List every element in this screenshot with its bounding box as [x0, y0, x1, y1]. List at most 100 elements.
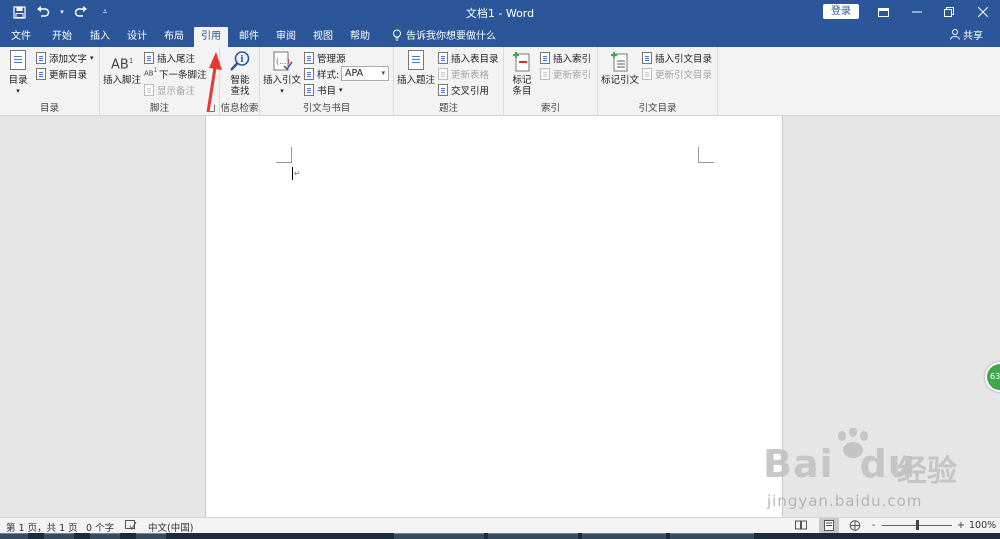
tell-me-search[interactable]: 告诉我你想要做什么 [392, 27, 496, 42]
ribbon: 目录 ▾ 添加文字 ▾ 更新目录 目录 AB1 插入脚注 插入尾注 AB1 下一… [0, 47, 1000, 116]
mark-entry-button[interactable]: 标记 条目 [507, 50, 537, 97]
next-footnote-label: 下一条脚注 [159, 69, 207, 81]
smart-lookup-button[interactable]: i 智能 查找 [224, 50, 256, 97]
tab-file[interactable]: 文件 [6, 27, 36, 47]
zoom-slider-thumb[interactable] [916, 520, 919, 530]
tab-design[interactable]: 设计 [121, 27, 153, 47]
update-toa-icon [642, 67, 652, 80]
group-toc-label: 目录 [39, 103, 59, 114]
tab-references[interactable]: 引用 [194, 27, 228, 47]
update-table-button[interactable]: 更新表格 [438, 66, 489, 81]
redo-icon[interactable] [72, 3, 90, 21]
watermark-url: jingyan.baidu.com [767, 492, 923, 510]
chevron-down-icon: ▾ [280, 87, 284, 95]
caption-icon [405, 50, 427, 72]
style-label-text: 样式: [317, 69, 340, 81]
taskbar-item[interactable] [44, 533, 74, 539]
group-research: i 智能 查找 信息检索 [220, 47, 260, 116]
print-layout-icon[interactable] [819, 518, 839, 533]
tab-view[interactable]: 视图 [307, 27, 339, 47]
taskbar-item[interactable] [136, 533, 166, 539]
person-icon [950, 29, 960, 40]
login-button[interactable]: 登录 [823, 4, 859, 19]
taskbar-item[interactable] [0, 533, 28, 539]
mark-citation-button[interactable]: 标记引文 [600, 50, 640, 86]
taskbar-item[interactable] [488, 533, 578, 539]
ribbon-display-options-icon[interactable] [870, 2, 896, 22]
taskbar-item[interactable] [582, 533, 666, 539]
save-icon[interactable] [10, 3, 28, 21]
update-toc-button[interactable]: 更新目录 [36, 66, 87, 81]
insert-table-of-figures-button[interactable]: 插入表目录 [438, 50, 499, 65]
document-page[interactable]: ↵ [205, 116, 783, 517]
tab-mailings[interactable]: 邮件 [233, 27, 265, 47]
taskbar-item[interactable] [90, 533, 120, 539]
taskbar-item[interactable] [670, 533, 754, 539]
baidu-watermark: Bai du 经验 jingyan.baidu.com [755, 428, 1000, 518]
smart-lookup-label: 智能 [230, 75, 250, 86]
tab-layout[interactable]: 布局 [158, 27, 190, 47]
insert-table-of-figures-label: 插入表目录 [451, 53, 499, 65]
update-index-button[interactable]: 更新索引 [540, 66, 591, 81]
tell-me-text: 告诉我你想要做什么 [406, 31, 496, 42]
word-count[interactable]: 0 个字 [86, 520, 114, 534]
minimize-icon[interactable] [904, 2, 930, 22]
chevron-down-icon: ▾ [339, 85, 343, 94]
insert-toa-button[interactable]: 插入引文目录 [642, 50, 712, 65]
insert-index-icon [540, 51, 550, 64]
add-text-label: 添加文字 [49, 53, 88, 65]
mark-entry-label-2: 条目 [512, 86, 532, 97]
chevron-down-icon: ▾ [90, 53, 94, 62]
toc-button-label: 目录 [8, 75, 28, 86]
group-captions-label: 题注 [438, 103, 458, 114]
tab-insert[interactable]: 插入 [84, 27, 116, 47]
group-captions: 插入题注 插入表目录 更新表格 交叉引用 题注 [394, 47, 504, 116]
zoom-out-button[interactable]: - [872, 520, 875, 531]
next-footnote-button[interactable]: AB1 下一条脚注 [144, 66, 207, 81]
update-toa-button[interactable]: 更新引文目录 [642, 66, 712, 81]
proofing-icon[interactable] [125, 520, 137, 534]
bibliography-button[interactable]: 书目 ▾ [304, 82, 343, 97]
update-table-label: 更新表格 [451, 69, 490, 81]
group-toc: 目录 ▾ 添加文字 ▾ 更新目录 目录 [0, 47, 100, 116]
read-mode-icon[interactable] [795, 520, 807, 533]
toc-button[interactable]: 目录 ▾ [4, 50, 32, 97]
style-select[interactable]: APA ▾ [341, 66, 389, 81]
insert-footnote-button[interactable]: AB1 插入脚注 [103, 50, 141, 86]
page-count[interactable]: 第 1 页，共 1 页 [6, 520, 78, 534]
ribbon-tabs: 文件 开始 插入 设计 布局 引用 邮件 审阅 视图 帮助 [0, 24, 1000, 47]
mark-entry-label: 标记 [512, 75, 532, 86]
status-bar: 第 1 页，共 1 页 0 个字 中文(中国) - + 100% [0, 517, 1000, 534]
tab-home[interactable]: 开始 [46, 27, 78, 47]
chevron-down-icon: ▾ [16, 87, 20, 95]
insert-citation-button[interactable]: (...) 插入引文 ▾ [263, 50, 301, 97]
insert-index-button[interactable]: 插入索引 [540, 50, 591, 65]
lightbulb-icon [393, 29, 401, 40]
insert-caption-button[interactable]: 插入题注 [397, 50, 435, 86]
show-notes-button[interactable]: 显示备注 [144, 82, 195, 97]
web-layout-icon[interactable] [849, 520, 861, 534]
undo-dropdown-icon[interactable]: ▾ [58, 3, 66, 21]
insert-endnote-button[interactable]: 插入尾注 [144, 50, 195, 65]
taskbar-item[interactable] [394, 533, 484, 539]
customize-toolbar-icon[interactable]: ⩡ [96, 3, 114, 21]
add-text-button[interactable]: 添加文字 ▾ [36, 50, 94, 65]
tab-review[interactable]: 审阅 [270, 27, 302, 47]
cross-reference-button[interactable]: 交叉引用 [438, 82, 489, 97]
restore-icon[interactable] [936, 2, 962, 22]
tab-help[interactable]: 帮助 [344, 27, 376, 47]
close-icon[interactable] [970, 2, 996, 22]
share-button[interactable]: 共享 [950, 27, 983, 42]
insert-toa-icon [642, 51, 652, 64]
manage-sources-button[interactable]: 管理源 [304, 50, 346, 65]
title-bar: ▾ ⩡ 文档1 - Word 登录 [0, 0, 1000, 24]
update-toc-label: 更新目录 [49, 69, 88, 81]
undo-icon[interactable] [34, 3, 52, 21]
toc-icon [7, 50, 29, 72]
zoom-level[interactable]: 100% [969, 520, 996, 531]
zoom-in-button[interactable]: + [957, 520, 965, 531]
language[interactable]: 中文(中国) [148, 520, 193, 534]
insert-citation-label: 插入引文 [263, 75, 302, 86]
group-citations: (...) 插入引文 ▾ 管理源 样式: APA ▾ 书目 ▾ 引文与书目 [260, 47, 394, 116]
insert-index-label: 插入索引 [553, 53, 592, 65]
